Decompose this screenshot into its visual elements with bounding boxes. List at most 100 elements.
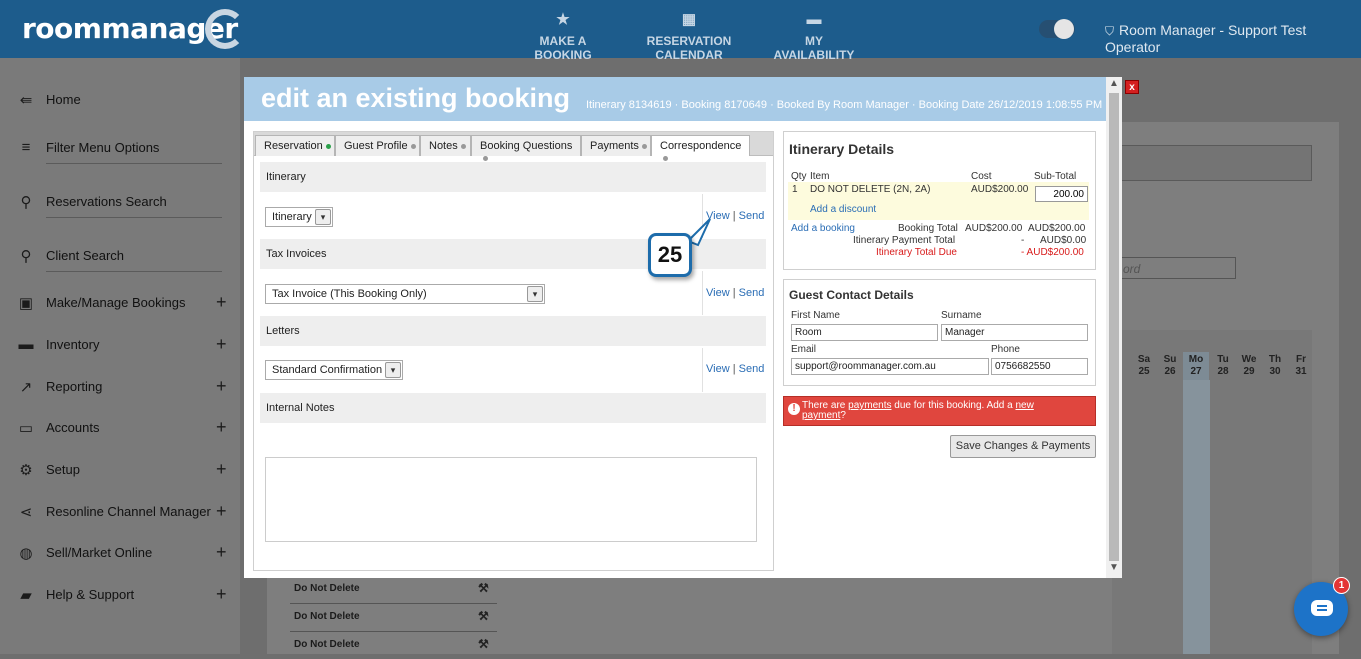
modal-header: edit an existing booking Itinerary 81346… [244,77,1106,121]
globe-icon: ◍ [19,545,33,562]
expand-icon[interactable]: + [216,334,227,355]
scroll-down-icon[interactable]: ▼ [1109,562,1119,573]
col-cost: Cost [971,171,992,182]
modal-scrollbar[interactable]: ▲ ▼ [1106,77,1122,578]
tab-booking-questions[interactable]: Booking Questions [471,135,581,161]
chevron-down-icon: ▾ [315,209,331,225]
sidebar-item-reservations-search[interactable]: ⚲ Reservations Search [0,190,240,218]
day-header: Sa 25 [1137,354,1151,377]
background-search-input[interactable]: ord [1118,257,1236,279]
sidebar-item-setup[interactable]: ⚙ Setup + [0,458,240,486]
sidebar-item-help-support[interactable]: ▰ Help & Support + [0,583,240,611]
add-discount-link[interactable]: Add a discount [810,204,876,215]
tab-guest-profile[interactable]: Guest Profile [335,135,420,156]
item-qty: 1 [792,184,798,195]
sidebar-item-sell-market-online[interactable]: ◍ Sell/Market Online + [0,541,240,569]
user-menu[interactable]: ⛉ Room Manager - Support Test Operator [1105,22,1361,55]
payment-total-cost: - [1021,235,1025,246]
chat-notification-badge: 1 [1333,577,1350,594]
sidebar-item-reporting[interactable]: ↗ Reporting + [0,375,240,403]
bed-icon: ▬ [806,11,822,28]
room-row[interactable]: Do Not Delete ⚒ [290,603,497,631]
internal-notes-textarea[interactable] [265,457,757,542]
new-payment-link[interactable]: new [1015,400,1033,411]
expand-icon[interactable]: + [216,376,227,397]
calendar-check-icon: ▣ [18,295,34,312]
expand-icon[interactable]: + [216,459,227,480]
tab-payments[interactable]: Payments [581,135,651,156]
expand-icon[interactable]: + [216,542,227,563]
expand-icon[interactable]: + [216,292,227,313]
itinerary-select[interactable]: Itinerary ▾ [265,207,333,227]
col-item: Item [810,171,830,182]
section-itinerary: Itinerary [260,162,766,192]
expand-icon[interactable]: + [216,584,227,605]
booking-total-subtotal: AUD$200.00 [1028,223,1086,234]
item-subtotal-input[interactable]: 200.00 [1035,186,1088,202]
sidebar-item-filter-menu-options[interactable]: ≡ Filter Menu Options [0,136,240,164]
calendar-icon: ▦ [681,11,697,28]
letters-select[interactable]: Standard Confirmation ▾ [265,360,403,380]
tax-invoice-view-link[interactable]: View [706,287,730,299]
status-dot-icon [641,143,647,149]
first-name-field[interactable]: Room [791,324,938,341]
payments-link[interactable]: payments [848,400,891,411]
itinerary-send-link[interactable]: Send [739,210,765,222]
wrench-icon[interactable]: ⚒ [478,581,489,595]
email-field[interactable]: support@roommanager.com.au [791,358,989,375]
new-payment-link-cont[interactable]: payment [802,410,840,421]
search-icon: ⚲ [20,248,32,265]
col-qty: Qty [791,171,807,182]
nav-my-availability[interactable]: ▬ MY AVAILABILITY [769,11,859,62]
toggle-knob[interactable] [1054,19,1074,39]
letters-view-link[interactable]: View [706,363,730,375]
chevron-down-icon: ▾ [385,362,401,378]
expand-icon[interactable]: + [216,417,227,438]
divider [46,217,222,218]
section-internal-notes: Internal Notes [260,393,766,423]
chevron-down-icon: ▾ [527,286,543,302]
tab-notes[interactable]: Notes [420,135,471,156]
status-dot-icon [325,143,331,149]
wrench-icon[interactable]: ⚒ [478,637,489,651]
sidebar-item-accounts[interactable]: ▭ Accounts + [0,416,240,444]
save-changes-payments-button[interactable]: Save Changes & Payments [950,435,1096,458]
booking-tabs-panel: Reservation Guest Profile Notes Booking … [253,131,774,571]
nav-reservation-calendar[interactable]: ▦ RESERVATION CALENDAR [623,11,755,62]
payment-total-subtotal: AUD$0.00 [1040,235,1087,246]
exclamation-icon: ! [788,403,800,415]
tax-invoice-send-link[interactable]: Send [739,287,765,299]
surname-field[interactable]: Manager [941,324,1088,341]
divider [46,163,222,164]
sidebar-item-make-manage-bookings[interactable]: ▣ Make/Manage Bookings + [0,291,240,319]
divider [702,271,703,315]
sidebar-item-home[interactable]: ⇚ Home [0,88,240,116]
col-subtotal: Sub-Total [1034,171,1077,182]
guest-contact-panel: Guest Contact Details First Name Surname… [783,279,1096,386]
sidebar-item-inventory[interactable]: ▬ Inventory + [0,333,240,361]
itinerary-details-title: Itinerary Details [789,141,895,157]
sidebar: ⇚ Home ≡ Filter Menu Options ⚲ Reservati… [0,58,240,654]
payment-total-label: Itinerary Payment Total [853,235,956,246]
tab-reservation[interactable]: Reservation [255,135,335,156]
phone-field[interactable]: 0756682550 [991,358,1088,375]
room-row[interactable]: Do Not Delete ⚒ [290,575,497,603]
booking-total-cost: AUD$200.00 [965,223,1023,234]
add-booking-link[interactable]: Add a booking [791,223,855,234]
tab-correspondence[interactable]: Correspondence [651,135,750,161]
sidebar-item-client-search[interactable]: ⚲ Client Search [0,244,240,272]
tax-invoice-select[interactable]: Tax Invoice (This Booking Only) ▾ [265,284,545,304]
chat-icon [1311,600,1333,616]
letters-send-link[interactable]: Send [739,363,765,375]
room-row[interactable]: Do Not Delete ⚒ [290,631,497,659]
sidebar-item-resonline-channel-manager[interactable]: ⋖ Resonline Channel Manager + [0,500,240,528]
modal-close-button[interactable]: x [1125,80,1139,94]
day-header: Su 26 [1163,354,1177,377]
scroll-up-icon[interactable]: ▲ [1109,78,1119,89]
day-header: We 29 [1241,354,1257,377]
expand-icon[interactable]: + [216,501,227,522]
wrench-icon[interactable]: ⚒ [478,609,489,623]
scroll-thumb[interactable] [1109,93,1119,561]
share-icon: ⋖ [19,504,33,521]
nav-make-a-booking[interactable]: ★ MAKE A BOOKING [517,11,609,62]
